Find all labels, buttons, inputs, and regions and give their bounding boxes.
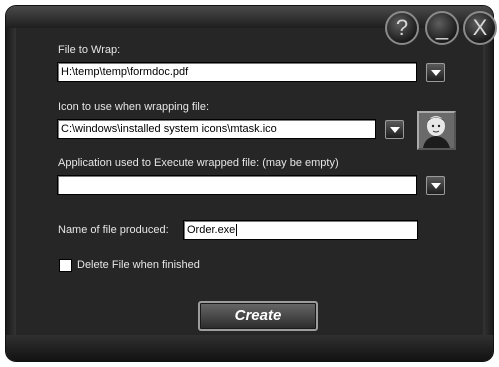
window-border-bottom [6, 335, 493, 361]
window-border-right [483, 28, 493, 335]
output-name-label: Name of file produced: [58, 224, 169, 236]
help-button[interactable]: ? [385, 11, 419, 45]
file-to-wrap-label: File to Wrap: [58, 44, 121, 56]
output-name-field[interactable]: Order.exe [183, 220, 418, 240]
text-cursor [236, 224, 238, 237]
application-field[interactable] [57, 175, 417, 195]
close-button[interactable]: X [463, 11, 497, 45]
file-to-wrap-dropdown-button[interactable] [426, 63, 445, 82]
application-label: Application used to Execute wrapped file… [58, 157, 339, 169]
application-dropdown-button[interactable] [426, 176, 445, 195]
window-border-left [6, 28, 16, 335]
output-name-value: Order.exe [187, 224, 236, 236]
create-button[interactable]: Create [198, 301, 318, 331]
delete-file-label: Delete File when finished [77, 259, 200, 271]
portrait-icon [419, 113, 454, 148]
icon-file-field[interactable]: C:\windows\installed system icons\mtask.… [57, 119, 376, 139]
file-to-wrap-field[interactable]: H:\temp\temp\formdoc.pdf [57, 62, 417, 82]
delete-file-checkbox[interactable] [59, 259, 72, 272]
icon-preview-image [417, 111, 456, 150]
title-bar[interactable] [6, 6, 493, 28]
minimize-button[interactable]: _ [425, 11, 459, 45]
icon-file-dropdown-button[interactable] [385, 120, 404, 139]
icon-file-label: Icon to use when wrapping file: [58, 101, 210, 113]
